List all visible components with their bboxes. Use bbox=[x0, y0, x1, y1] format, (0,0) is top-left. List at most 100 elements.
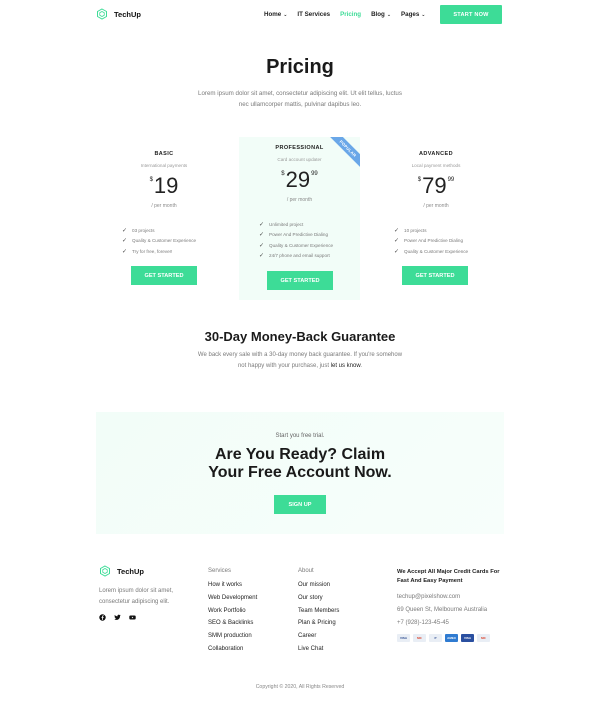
feature-label: Quality & Customer Experience bbox=[132, 238, 197, 244]
logo[interactable]: TechUp bbox=[96, 8, 141, 20]
footer-logo[interactable]: TechUp bbox=[99, 565, 144, 577]
feature-label: Power And Predictive Dialing bbox=[269, 232, 329, 238]
footer-link[interactable]: Our story bbox=[298, 595, 339, 608]
footer-link[interactable]: Work Portfolio bbox=[208, 608, 257, 621]
visa-card-icon: VISA bbox=[397, 634, 410, 642]
logo-icon bbox=[97, 8, 107, 20]
nav-it-services[interactable]: IT Services bbox=[297, 11, 330, 18]
footer-link[interactable]: Live Chat bbox=[298, 646, 339, 659]
copyright: Copyright © 2020, All Rights Reserved bbox=[255, 684, 345, 690]
check-icon: ✓ bbox=[259, 253, 265, 260]
footer-contact-column: We Accept All Major Credit Cards For Fas… bbox=[397, 568, 507, 642]
chevron-down-icon: ⌄ bbox=[283, 11, 288, 18]
chevron-down-icon: ⌄ bbox=[386, 11, 392, 18]
get-started-button-advanced[interactable]: GET STARTED bbox=[402, 266, 468, 285]
nav-pages[interactable]: Pages ⌄ bbox=[401, 11, 425, 18]
plan-description: Card account updater bbox=[277, 157, 322, 162]
feature-item: ✓ Quality & Customer Experience bbox=[259, 240, 360, 251]
main-nav: Home ⌄ IT Services Pricing Blog ⌄ Pages ⌄ bbox=[264, 11, 435, 18]
currency: $ bbox=[417, 177, 422, 183]
feature-label: Quality & Customer Experience bbox=[404, 248, 469, 254]
feature-item: ✓ 03 projects bbox=[122, 225, 206, 236]
feature-label: Unlimited project bbox=[269, 221, 304, 227]
page-title: Pricing bbox=[266, 56, 334, 78]
plan-price: $ 29 99 bbox=[239, 168, 360, 196]
guarantee-body: We back every sale with a 30-day money b… bbox=[197, 352, 403, 369]
payment-heading: We Accept All Major Credit Cards For Fas… bbox=[397, 569, 500, 584]
nav-label: Home bbox=[264, 11, 282, 18]
check-icon: ✓ bbox=[122, 227, 128, 234]
check-icon: ✓ bbox=[394, 248, 400, 255]
cta-banner: Start you free trial. Are You Ready? Cla… bbox=[96, 412, 504, 534]
nav-label: IT Services bbox=[297, 11, 331, 18]
feature-label: 03 projects bbox=[132, 227, 155, 233]
nav-blog[interactable]: Blog ⌄ bbox=[371, 11, 391, 18]
footer-link[interactable]: Team Members bbox=[298, 608, 339, 621]
facebook-icon[interactable] bbox=[99, 614, 106, 621]
visa-card-icon: VISA bbox=[461, 634, 474, 642]
chevron-down-icon: ⌄ bbox=[421, 11, 426, 18]
footer-link[interactable]: SEO & Backlinks bbox=[208, 620, 257, 633]
price-period: / per month bbox=[423, 203, 449, 209]
footer-link[interactable]: SMM production bbox=[208, 633, 257, 646]
cta-title-line2: Your Free Account Now. bbox=[208, 464, 392, 481]
price-amount: 79 bbox=[422, 173, 447, 198]
cta-kicker: Start you free trial. bbox=[275, 433, 325, 439]
logo-text: TechUp bbox=[114, 9, 141, 19]
feature-item: ✓ Quality & Customer Experience bbox=[394, 246, 478, 257]
social-links bbox=[99, 614, 136, 621]
plan-description: International payments bbox=[140, 163, 188, 168]
start-now-button[interactable]: START NOW bbox=[440, 5, 502, 24]
check-icon: ✓ bbox=[259, 232, 265, 239]
price-period: / per month bbox=[151, 203, 177, 209]
feature-label: Try for free, forever! bbox=[132, 248, 173, 254]
column-heading: About bbox=[298, 568, 314, 574]
footer-about: Lorem ipsum dolor sit amet, consectetur … bbox=[99, 588, 174, 605]
check-icon: ✓ bbox=[259, 221, 265, 228]
amex-card-icon: AMEX bbox=[445, 634, 458, 642]
get-started-button-basic[interactable]: GET STARTED bbox=[131, 266, 197, 285]
plan-name: PROFESSIONAL bbox=[275, 145, 324, 151]
price-amount: 19 bbox=[153, 173, 179, 198]
nav-home[interactable]: Home ⌄ bbox=[264, 11, 287, 18]
get-started-button-professional[interactable]: GET STARTED bbox=[267, 271, 333, 290]
feature-label: 24/7 phone and email support bbox=[269, 253, 330, 259]
cta-title-line1: Are You Ready? Claim bbox=[214, 446, 386, 463]
youtube-icon[interactable] bbox=[129, 614, 136, 621]
feature-item: ✓ Power And Predictive Dialing bbox=[394, 236, 478, 247]
currency: $ bbox=[281, 171, 285, 177]
sign-up-button[interactable]: SIGN UP bbox=[274, 495, 326, 514]
feature-list: ✓ 03 projects ✓ Quality & Customer Experie… bbox=[122, 225, 206, 257]
let-us-know-link[interactable]: let us know bbox=[331, 363, 361, 369]
pricing-card-advanced: ADVANCED Local payment methods $ 79 99 /… bbox=[394, 151, 478, 257]
check-icon: ✓ bbox=[394, 227, 400, 234]
feature-item: ✓ 24/7 phone and email support bbox=[259, 251, 360, 262]
price-cents: 99 bbox=[447, 177, 455, 183]
feature-item: ✓ Power And Predictive Dialing bbox=[259, 230, 360, 241]
logo-icon bbox=[100, 565, 110, 577]
column-heading: Services bbox=[208, 568, 232, 574]
guarantee-title: 30-Day Money-Back Guarantee bbox=[204, 329, 396, 344]
footer-link[interactable]: Our mission bbox=[298, 582, 339, 595]
site-header: TechUp Home ⌄ IT Services Pricing Blog ⌄ P… bbox=[0, 0, 600, 30]
price-period: / per month bbox=[286, 197, 313, 203]
guarantee-end: . bbox=[360, 363, 363, 369]
footer-link[interactable]: How it works bbox=[208, 582, 257, 595]
footer-link[interactable]: Career bbox=[298, 633, 339, 646]
pricing-card-professional: PROFESSIONAL Card account updater $ 29 9… bbox=[239, 145, 360, 261]
cta-title: Are You Ready? Claim Your Free Account N… bbox=[96, 446, 504, 482]
feature-label: 10 projects bbox=[404, 227, 427, 233]
contact-email[interactable]: techup@pixelshow.com bbox=[397, 594, 507, 603]
currency: $ bbox=[149, 177, 153, 183]
plan-description: Local payment methods bbox=[411, 163, 461, 168]
footer-link[interactable]: Plan & Pricing bbox=[298, 620, 339, 633]
footer-link[interactable]: Collaboration bbox=[208, 646, 257, 659]
feature-item: ✓ Unlimited project bbox=[259, 219, 360, 230]
contact-phone[interactable]: +7 (928)-123-45-45 bbox=[397, 620, 507, 629]
payment-cards: VISA MC P AMEX VISA MC bbox=[397, 634, 507, 642]
twitter-icon[interactable] bbox=[114, 614, 121, 621]
footer-link[interactable]: Web Development bbox=[208, 595, 257, 608]
feature-item: ✓ 10 projects bbox=[394, 225, 478, 236]
nav-pricing[interactable]: Pricing bbox=[340, 11, 361, 18]
footer-services-column: Services How it works Web Development Wo… bbox=[208, 568, 257, 659]
